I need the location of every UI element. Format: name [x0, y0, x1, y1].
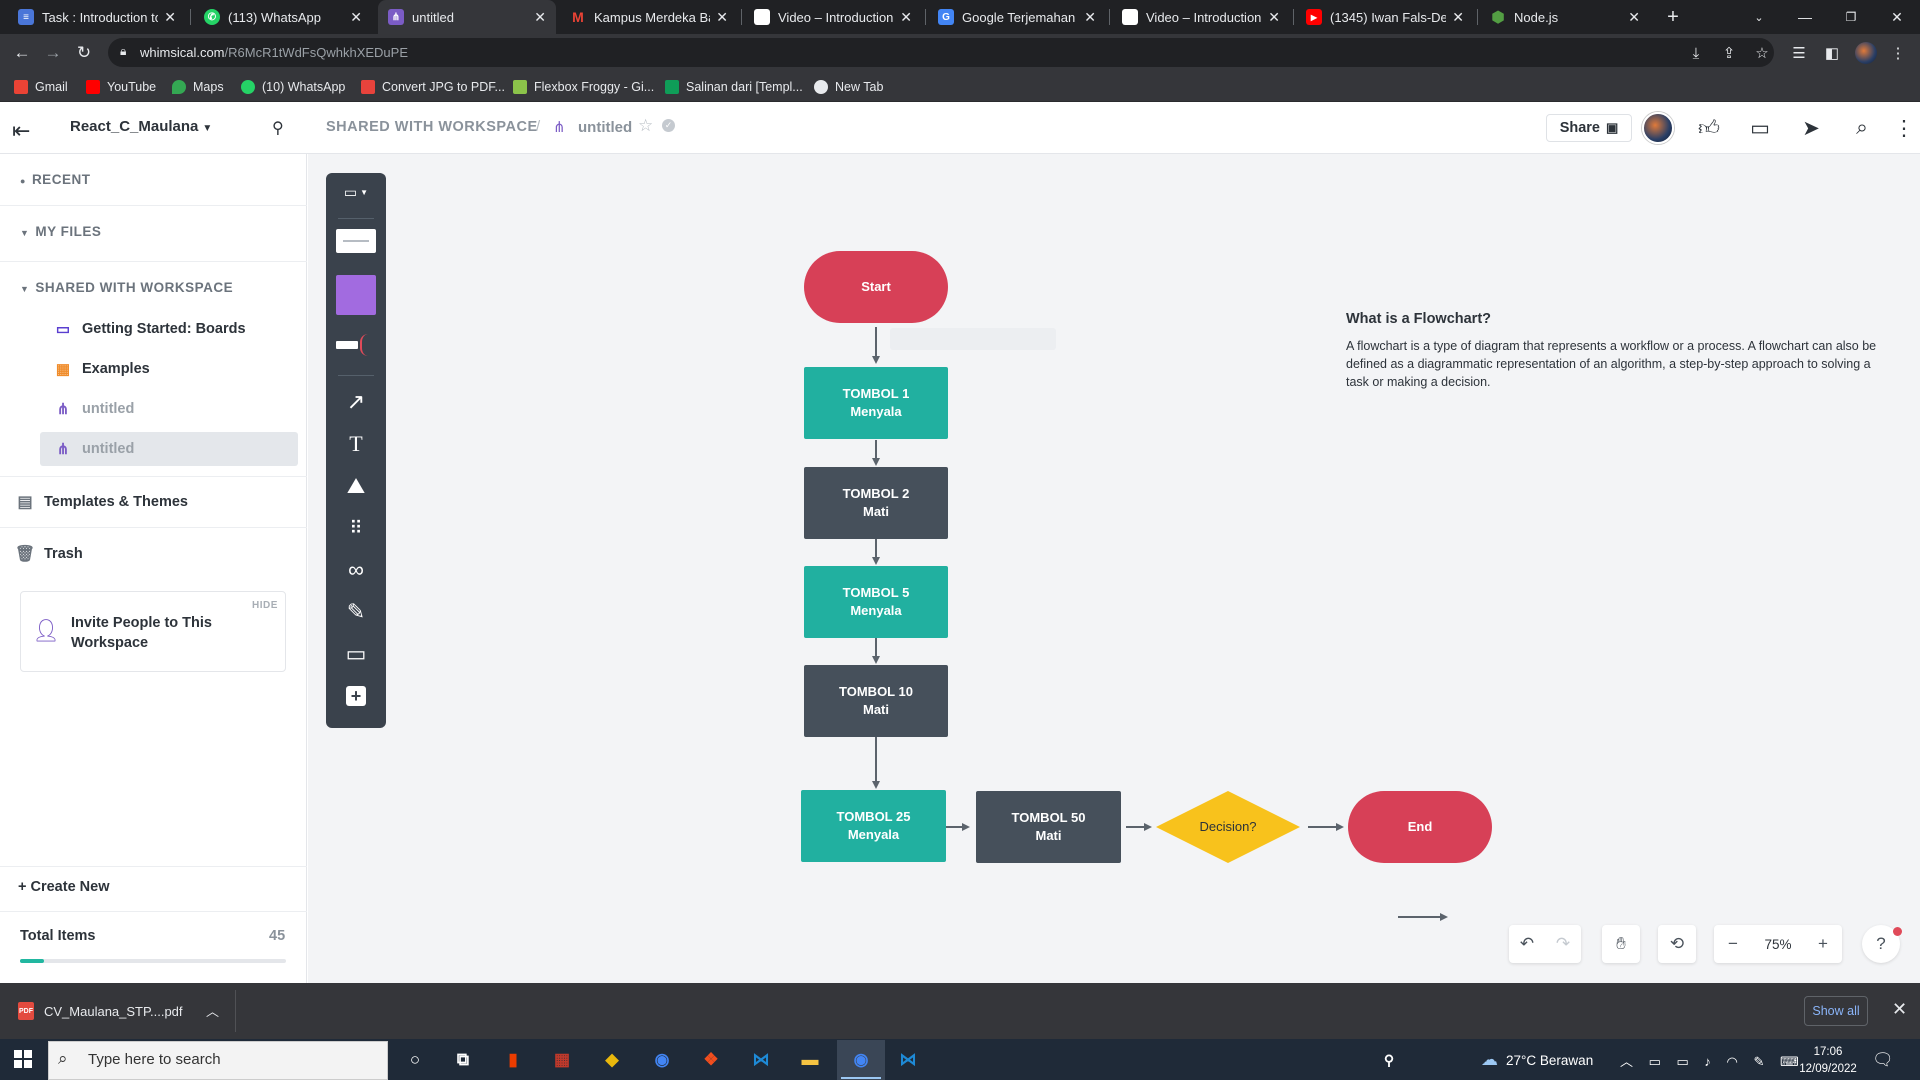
redo-icon[interactable]: ↷ — [1545, 934, 1581, 954]
info-body[interactable]: A flowchart is a type of diagram that re… — [1346, 337, 1886, 391]
cortana-icon[interactable]: ○ — [398, 1045, 432, 1075]
chevron-up-icon[interactable]: ︿ — [206, 1001, 219, 1020]
task-view-icon[interactable]: ⧉ — [446, 1045, 480, 1075]
flowchart-connectors — [872, 327, 1448, 921]
clock-date: 12/09/2022 — [1799, 1063, 1857, 1075]
start-tile — [24, 1060, 32, 1068]
undo-icon[interactable]: ↶ — [1509, 934, 1545, 954]
people-icon[interactable]: ⚲ — [1372, 1045, 1406, 1075]
download-bar — [0, 983, 1920, 1039]
taskbar-clock[interactable]: 17:06 12/09/2022 — [1796, 1044, 1860, 1078]
start-tile — [24, 1050, 32, 1058]
hand-tool-icon[interactable]: ✋︎ — [1602, 925, 1640, 963]
pdf-file-icon: PDF — [18, 1002, 34, 1020]
clock-time: 17:06 — [1813, 1046, 1843, 1058]
divider — [235, 990, 236, 1032]
cloud-icon: ☁ — [1481, 1050, 1498, 1069]
flowchart-node-tombol-25[interactable]: TOMBOL 25 Menyala — [801, 790, 946, 862]
sourcetree-icon[interactable]: ◆ — [595, 1045, 629, 1075]
flowchart-node-tombol-2[interactable]: TOMBOL 2 Mati — [804, 467, 948, 539]
start-tile — [14, 1060, 22, 1068]
chrome-active-icon[interactable]: ◉ — [844, 1045, 878, 1075]
flowchart-node-tombol-5[interactable]: TOMBOL 5 Menyala — [804, 566, 948, 638]
history-icon[interactable]: ⟲ — [1658, 925, 1696, 963]
flowchart-node-tombol-50[interactable]: TOMBOL 50 Mati — [976, 791, 1121, 863]
download-item[interactable]: PDF CV_Maulana_STP....pdf — [18, 997, 183, 1025]
chrome-icon[interactable]: ◉ — [645, 1045, 679, 1075]
weather-widget[interactable]: ☁ 27°C Berawan — [1481, 1050, 1593, 1070]
show-all-downloads-button[interactable]: Show all — [1804, 996, 1868, 1026]
winrar-icon[interactable]: ▦ — [545, 1045, 579, 1075]
flowchart-decision-label: Decision? — [1199, 819, 1257, 834]
flowchart-end-node[interactable]: End — [1348, 791, 1492, 863]
taskbar-active-indicator — [841, 1077, 881, 1079]
windows-start-icon[interactable] — [14, 1050, 32, 1068]
vscode-icon[interactable]: ⋈ — [891, 1045, 925, 1075]
connector-label-placeholder[interactable] — [890, 328, 1056, 350]
zoom-level[interactable]: 75% — [1752, 937, 1804, 952]
start-tile — [14, 1050, 22, 1058]
info-title[interactable]: What is a Flowchart? — [1346, 311, 1491, 327]
system-tray-icons[interactable]: ︿ ▭ ▭ ♪ ◠ ✎ ⌨ — [1620, 1051, 1805, 1070]
zoom-controls: − 75% + — [1714, 925, 1842, 963]
zoom-out-icon[interactable]: − — [1714, 934, 1752, 954]
office-icon[interactable]: ▮ — [496, 1045, 530, 1075]
taskbar-search-placeholder: Type here to search — [88, 1051, 221, 1068]
undo-redo-group: ↶ ↷ — [1509, 925, 1581, 963]
flowchart-node-tombol-10[interactable]: TOMBOL 10 Mati — [804, 665, 948, 737]
flowchart-start-node[interactable]: Start — [804, 251, 948, 323]
flowchart-node-tombol-1[interactable]: TOMBOL 1 Menyala — [804, 367, 948, 439]
help-notification-dot — [1893, 927, 1902, 936]
zoom-in-icon[interactable]: + — [1804, 934, 1842, 954]
file-explorer-icon[interactable]: ▬ — [793, 1045, 827, 1075]
close-download-bar-icon[interactable]: ✕ — [1892, 999, 1907, 1020]
figma-icon[interactable]: ❖ — [694, 1045, 728, 1075]
notification-center-icon[interactable]: 🗨︎ — [1872, 1050, 1894, 1070]
vscode-icon[interactable]: ⋈ — [744, 1045, 778, 1075]
search-icon: ⌕ — [58, 1049, 68, 1068]
